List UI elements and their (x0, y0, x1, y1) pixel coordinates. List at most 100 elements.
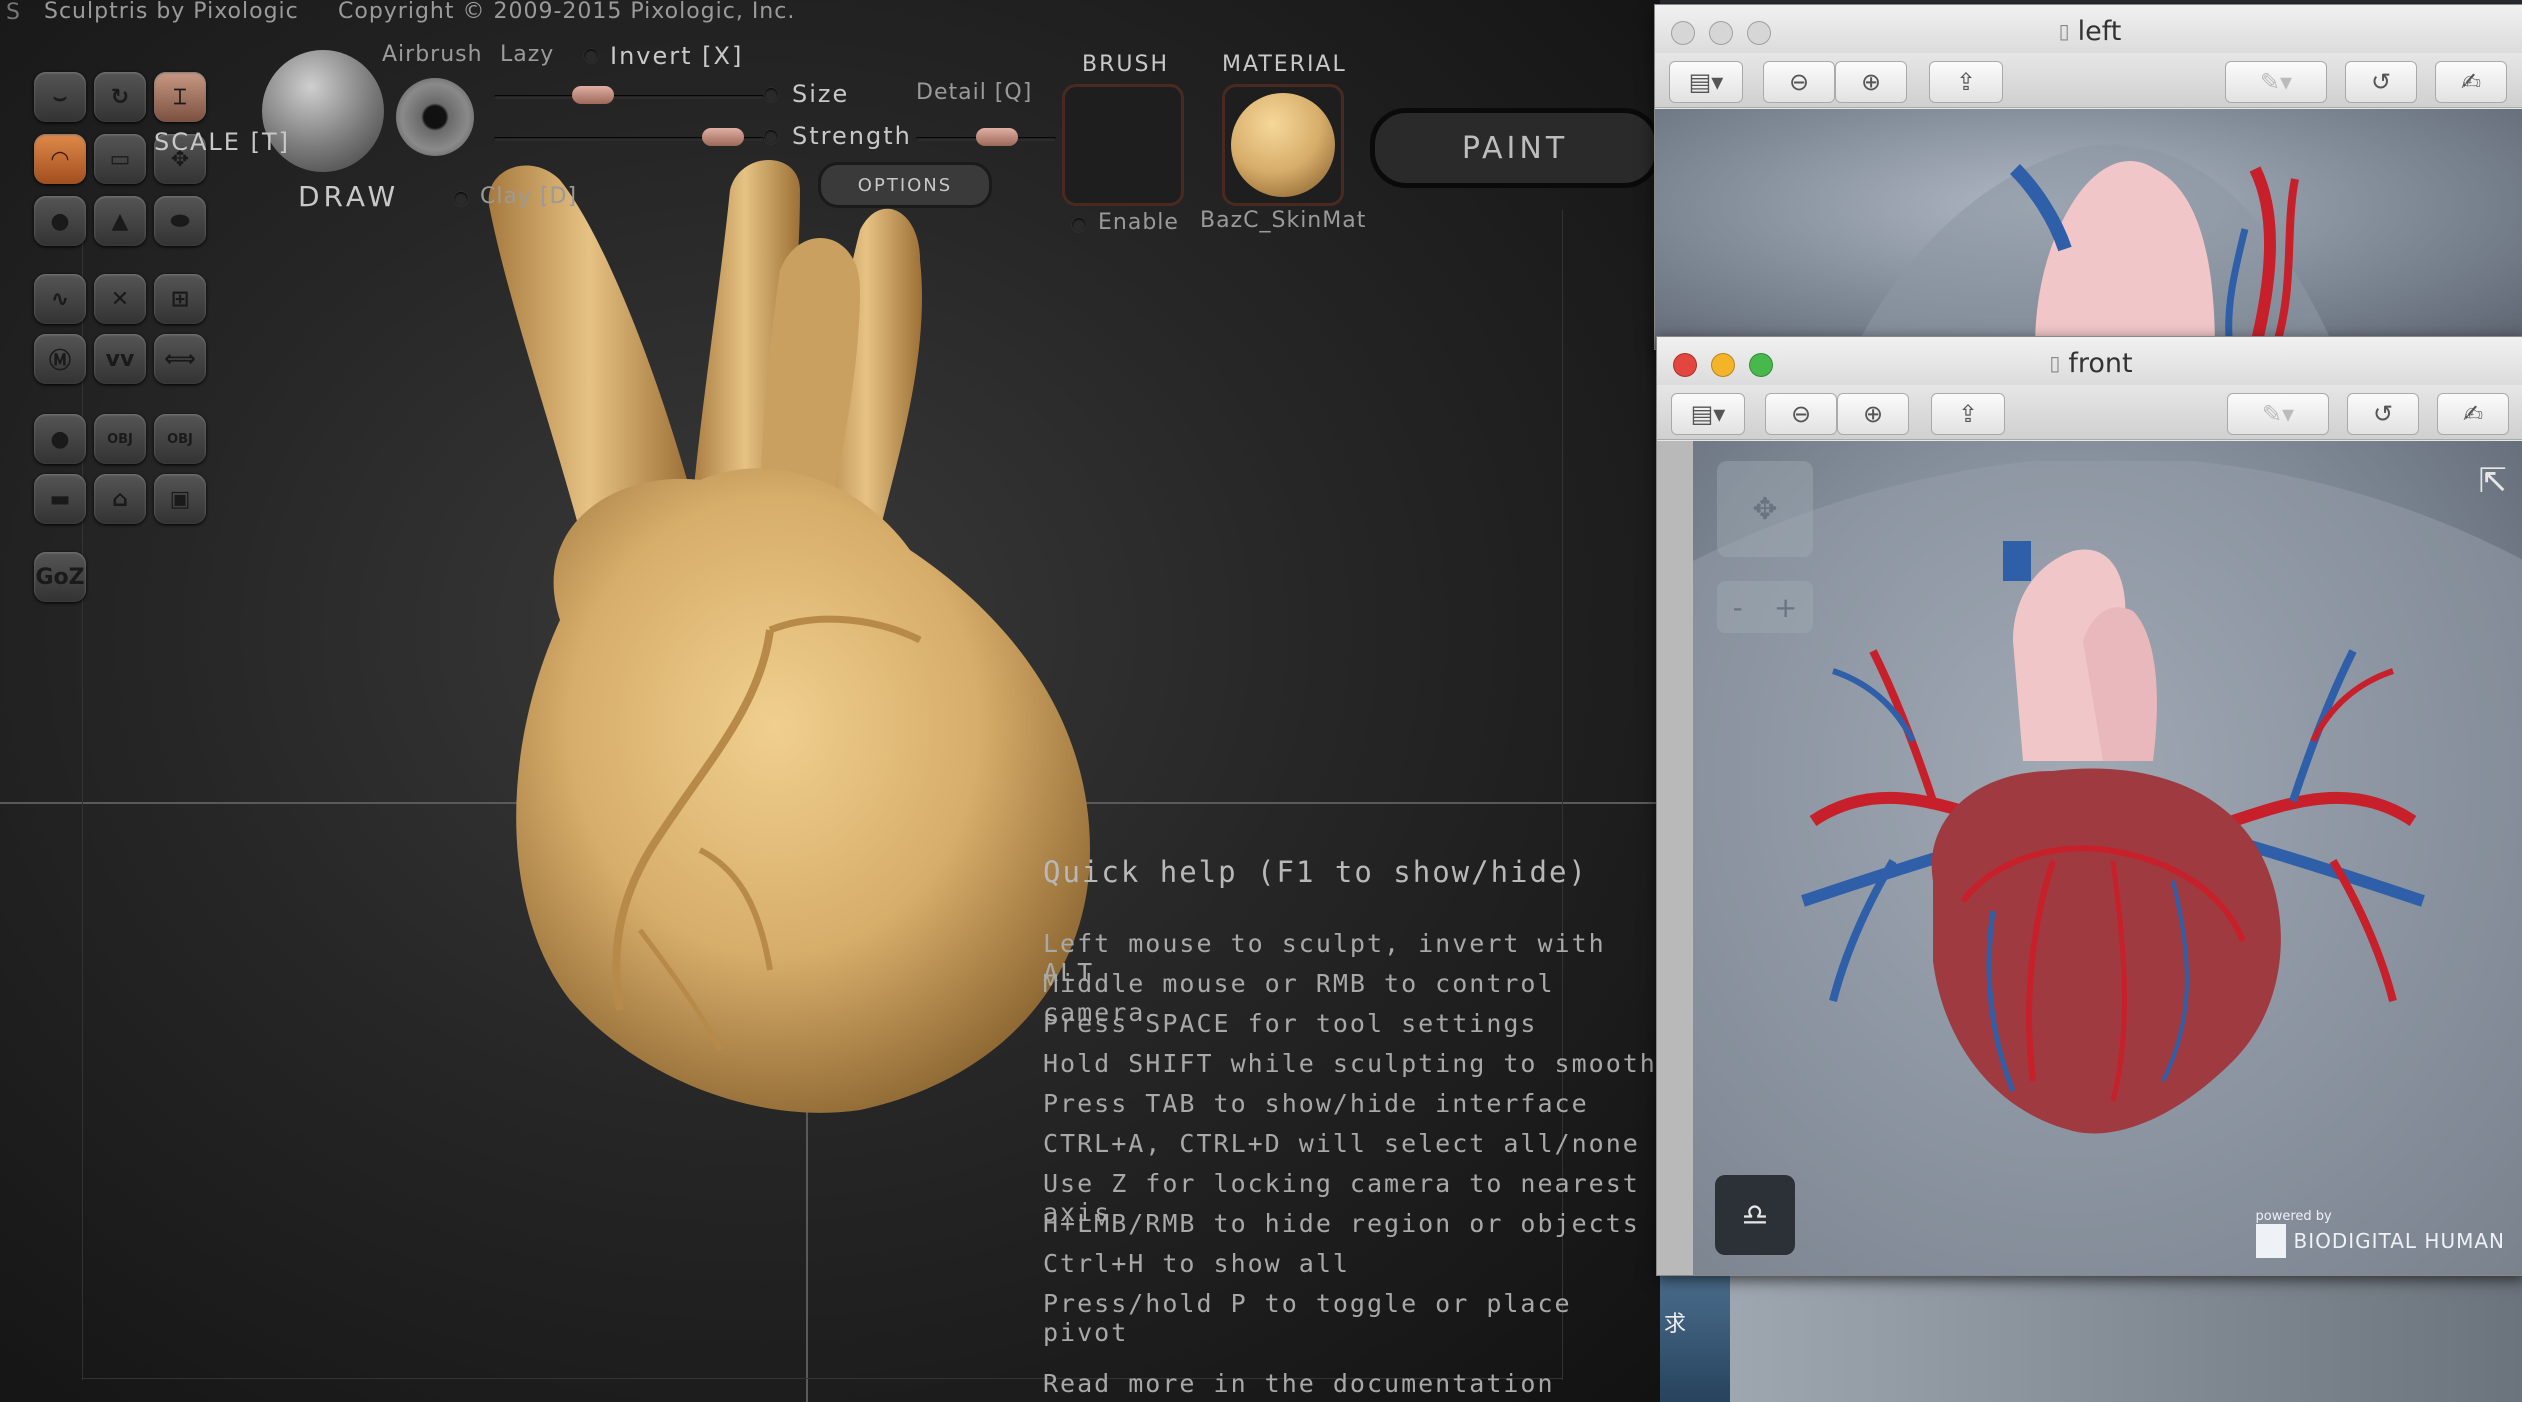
new-sphere-button[interactable]: ● (34, 414, 86, 464)
strength-slider-knob[interactable] (702, 128, 744, 146)
preview-window-front[interactable]: ▯ front ▤▾ ⊖ ⊕ ⇪ ✎▾ ↺ ✍ ✥ - + ⇱ ♎ powere… (1656, 336, 2522, 1276)
tool-draw-button[interactable]: ◠ (34, 134, 86, 184)
edit-button[interactable]: ✍ (2437, 393, 2509, 435)
grid-frame-left (82, 210, 83, 1380)
strength-label: Strength (792, 122, 912, 150)
annotate-dropdown-button[interactable]: ✎▾ (2227, 393, 2329, 435)
draw-tool-label: DRAW (298, 180, 400, 213)
documentation-link[interactable]: Read more in the documentation (1043, 1369, 1660, 1398)
brush-falloff-icon[interactable] (396, 78, 474, 156)
brush-header: BRUSH (1082, 52, 1169, 77)
new-plane-button[interactable]: ▬ (34, 474, 86, 524)
export-obj-button[interactable]: OBJ (154, 414, 206, 464)
sculptris-logo-icon: S (6, 0, 21, 25)
tool-reduce-button[interactable]: ⅴⅴ (94, 334, 146, 384)
zoom-in-control[interactable]: + (1774, 591, 1797, 624)
tool-flatten-button[interactable]: ▭ (94, 134, 146, 184)
rotate-button[interactable]: ↺ (2347, 393, 2419, 435)
preview-window-left[interactable]: ▯ left ▤▾ ⊖ ⊕ ⇪ ✎▾ ↺ ✍ (1654, 4, 2522, 350)
brush-enable-label[interactable]: Enable (1098, 210, 1179, 235)
tool-mask-button[interactable]: Ⓜ (34, 334, 86, 384)
size-slider-knob[interactable] (572, 86, 614, 104)
help-line: Ctrl+H to show all (1043, 1249, 1350, 1278)
heart-anatomy-image (1693, 461, 2522, 1275)
camera-pan-control[interactable]: ✥ (1717, 461, 1813, 557)
import-obj-label: OBJ (107, 431, 133, 447)
close-button[interactable] (1673, 353, 1697, 377)
zoom-out-button[interactable]: ⊖ (1763, 61, 1835, 103)
front-view-canvas[interactable]: ✥ - + ⇱ ♎ powered by BIODIGITAL HUMAN (1693, 441, 2522, 1275)
tool-scale-button[interactable]: ⌶ (154, 72, 206, 122)
tool-wireframe-button[interactable]: ✕ (94, 274, 146, 324)
paint-mode-button[interactable]: PAINT (1370, 108, 1660, 188)
tool-rotate-button[interactable]: ↻ (94, 72, 146, 122)
tool-pinch-button[interactable]: ▲ (94, 196, 146, 246)
sculptris-title-bar: S Sculptris by Pixologic Copyright © 200… (0, 0, 1660, 26)
size-slider-track[interactable] (494, 95, 764, 99)
document-icon: ▯ (2058, 19, 2070, 43)
tool-grid-button[interactable]: ⊞ (154, 274, 206, 324)
help-line: Use Z for locking camera to nearest axis (1043, 1169, 1640, 1227)
import-obj-button[interactable]: OBJ (94, 414, 146, 464)
tool-inflate-button[interactable]: ● (34, 196, 86, 246)
app-title: Sculptris by Pixologic (44, 0, 299, 24)
desktop-background-body (1730, 1270, 2522, 1402)
rotate-button[interactable]: ↺ (2345, 61, 2417, 103)
invert-radio[interactable] (584, 49, 598, 63)
minimize-button[interactable] (1711, 353, 1735, 377)
lazy-label[interactable]: Lazy (500, 42, 554, 67)
document-icon: ▯ (2049, 351, 2061, 375)
clay-radio[interactable] (454, 192, 468, 206)
tool-crease-button[interactable]: ⌣ (34, 72, 86, 122)
strength-radio[interactable] (764, 130, 778, 144)
save-file-button[interactable]: ▣ (154, 474, 206, 524)
edit-button[interactable]: ✍ (2435, 61, 2507, 103)
tool-mirror-button[interactable]: ⟺ (154, 334, 206, 384)
tool-symmetry-button[interactable]: ∿ (34, 274, 86, 324)
zoom-button[interactable] (1747, 21, 1771, 45)
tool-smooth-button[interactable]: ⬬ (154, 196, 206, 246)
material-slot[interactable] (1222, 84, 1344, 206)
biodigital-branding: powered by BIODIGITAL HUMAN (2255, 1209, 2505, 1258)
sculptris-window[interactable]: S Sculptris by Pixologic Copyright © 200… (0, 0, 1660, 1402)
zoom-out-control[interactable]: - (1733, 591, 1743, 624)
sidebar-toggle-button[interactable]: ▤▾ (1671, 393, 1745, 435)
powered-by-label: powered by (2255, 1209, 2332, 1224)
help-line: Hold SHIFT while sculpting to smooth (1043, 1049, 1657, 1078)
share-button[interactable]: ⇪ (1931, 393, 2005, 435)
detail-slider-knob[interactable] (976, 128, 1018, 146)
left-window-title-bar[interactable]: ▯ left (1655, 5, 2522, 57)
material-header: MATERIAL (1222, 52, 1347, 77)
quick-help-title: Quick help (F1 to show/hide) (1043, 855, 1588, 889)
zoom-control[interactable]: - + (1717, 581, 1813, 633)
options-button[interactable]: OPTIONS (818, 162, 992, 208)
airbrush-label[interactable]: Airbrush (382, 42, 483, 67)
sidebar-toggle-button[interactable]: ▤▾ (1669, 61, 1743, 103)
zoom-button[interactable] (1749, 353, 1773, 377)
help-line: Press TAB to show/hide interface (1043, 1089, 1589, 1118)
brush-texture-slot[interactable] (1062, 84, 1184, 206)
open-file-button[interactable]: ⌂ (94, 474, 146, 524)
window-title: left (2077, 15, 2122, 47)
share-button[interactable]: ⇪ (1929, 61, 2003, 103)
close-button[interactable] (1671, 21, 1695, 45)
goz-button[interactable]: GoZ (34, 552, 86, 602)
fullscreen-icon[interactable]: ⇱ (2479, 461, 2508, 501)
front-window-title-bar[interactable]: ▯ front (1657, 337, 2522, 389)
annotate-dropdown-button[interactable]: ✎▾ (2225, 61, 2327, 103)
copyright-text: Copyright © 2009-2015 Pixologic, Inc. (338, 0, 796, 24)
anatomy-menu-button[interactable]: ♎ (1715, 1175, 1795, 1255)
clay-label[interactable]: Clay [D] (480, 184, 577, 209)
zoom-in-button[interactable]: ⊕ (1837, 393, 1909, 435)
left-view-canvas[interactable] (1655, 109, 2522, 349)
minimize-button[interactable] (1709, 21, 1733, 45)
brush-enable-radio[interactable] (1072, 218, 1086, 232)
zoom-in-button[interactable]: ⊕ (1835, 61, 1907, 103)
zoom-out-button[interactable]: ⊖ (1765, 393, 1837, 435)
clay-heart-model[interactable] (440, 150, 1140, 1130)
invert-label[interactable]: Invert [X] (610, 42, 743, 70)
lungs-icon: ♎ (1741, 1197, 1769, 1233)
background-text-fragment: 求 (1664, 1312, 1687, 1337)
size-radio[interactable] (764, 88, 778, 102)
help-line: Press SPACE for tool settings (1043, 1009, 1538, 1038)
